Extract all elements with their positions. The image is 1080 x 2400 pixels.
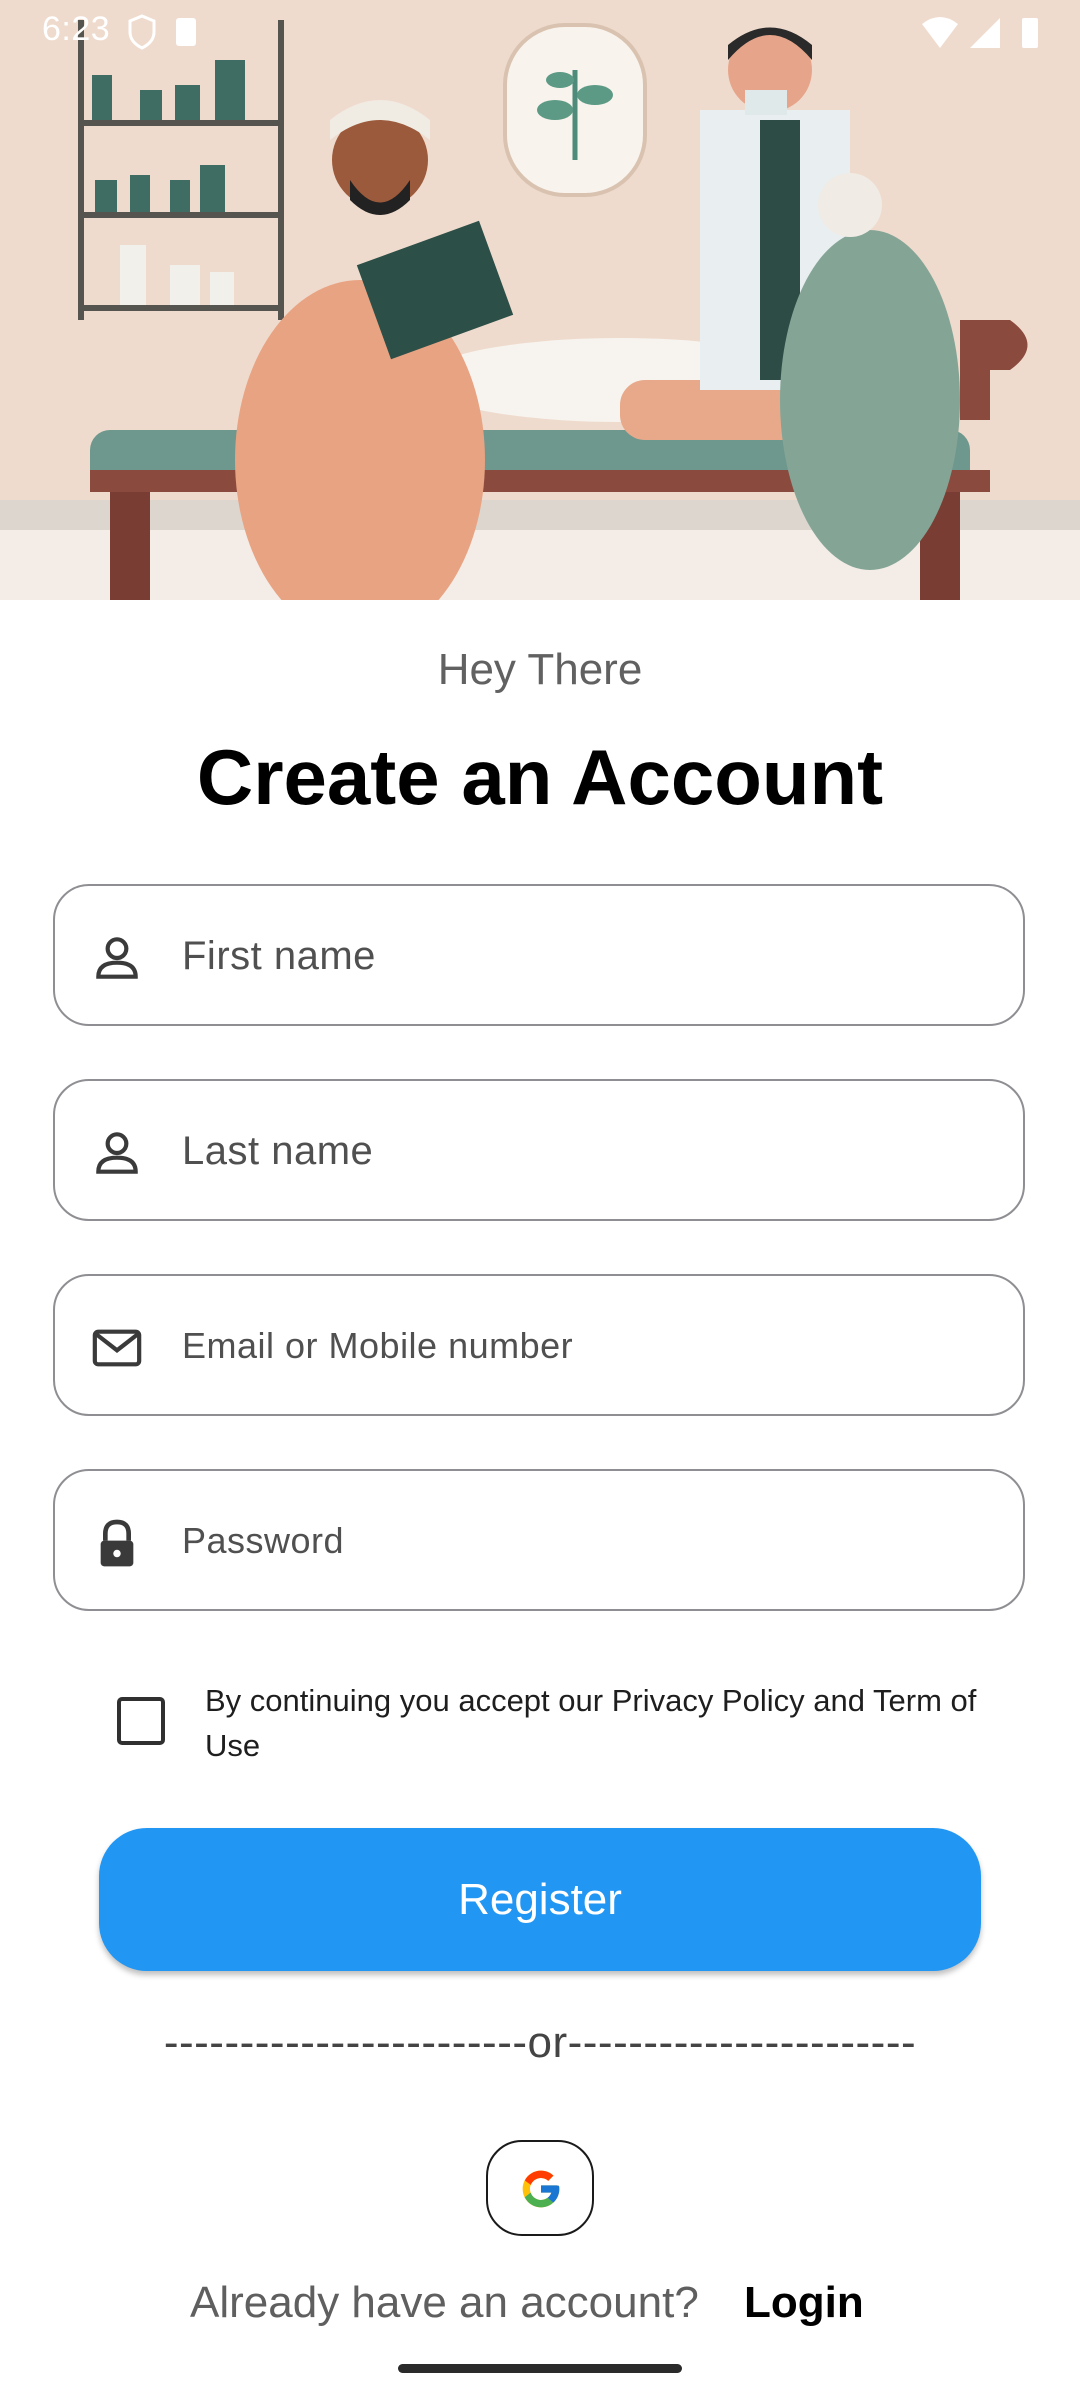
register-button[interactable]: Register <box>99 1828 981 1971</box>
mail-icon <box>92 1329 142 1367</box>
person-icon <box>96 1132 138 1174</box>
google-signin-button[interactable] <box>486 2140 594 2236</box>
google-icon <box>522 2170 560 2208</box>
battery-icon <box>1022 18 1038 48</box>
last-name-field[interactable] <box>53 1079 1025 1221</box>
email-field[interactable] <box>53 1274 1025 1416</box>
last-name-input[interactable] <box>180 1081 993 1221</box>
greeting-text: Hey There <box>437 645 643 694</box>
email-input[interactable] <box>180 1276 993 1416</box>
login-link[interactable]: Login <box>744 2278 864 2328</box>
sd-card-icon <box>176 18 196 46</box>
status-icons-left <box>128 14 198 55</box>
status-time: 6:23 <box>42 10 111 48</box>
wifi-icon <box>922 17 958 48</box>
status-bar: 6:23 <box>0 0 1080 64</box>
first-name-field[interactable] <box>53 884 1025 1026</box>
password-field[interactable] <box>53 1469 1025 1611</box>
home-indicator[interactable] <box>398 2364 682 2373</box>
signal-icon <box>970 18 1000 48</box>
terms-checkbox[interactable] <box>117 1697 165 1745</box>
first-name-input[interactable] <box>180 886 993 1026</box>
password-input[interactable] <box>180 1471 993 1611</box>
already-have-account-text: Already have an account? <box>190 2278 699 2327</box>
person-icon <box>96 937 138 979</box>
hero-illustration <box>0 0 1080 600</box>
page-title: Create an Account <box>196 733 884 821</box>
or-divider: ------------------------or--------------… <box>163 2018 917 2067</box>
shield-icon <box>128 14 196 50</box>
terms-label: By continuing you accept our Privacy Pol… <box>205 1683 977 1763</box>
status-icons-right <box>922 14 1052 55</box>
lock-icon <box>100 1519 134 1567</box>
